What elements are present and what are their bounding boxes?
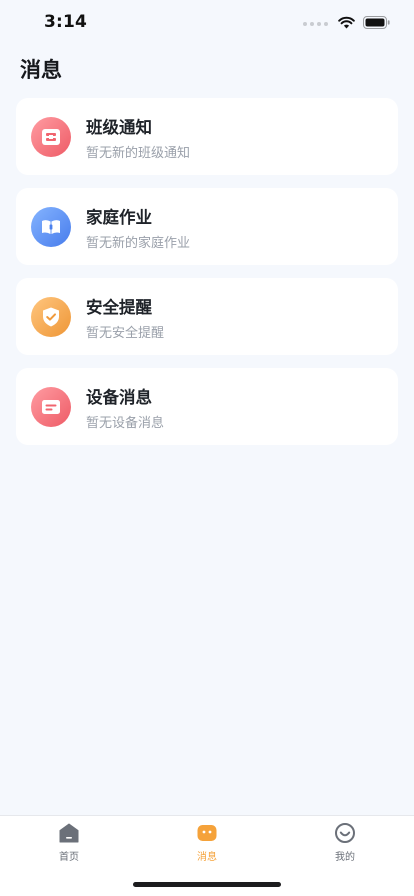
- tab-profile[interactable]: 我的: [305, 822, 385, 866]
- homework-book-icon: [31, 207, 71, 247]
- tab-label: 消息: [197, 852, 217, 863]
- device-message-card[interactable]: 设备消息 暂无设备消息: [16, 368, 398, 445]
- card-subtitle: 暂无设备消息: [86, 416, 165, 431]
- home-icon: [58, 822, 80, 844]
- cellular-signal-icon: [303, 21, 328, 26]
- message-category-list: 班级通知 暂无新的班级通知 家庭作业 暂无新的家庭作业 安全提醒 暂无安全提醒: [16, 98, 398, 458]
- home-indicator: [133, 882, 281, 887]
- tab-label: 我的: [335, 852, 355, 863]
- status-time: 3:14: [44, 12, 88, 32]
- safety-reminder-card[interactable]: 安全提醒 暂无安全提醒: [16, 278, 398, 355]
- status-indicators: [303, 14, 390, 33]
- homework-card[interactable]: 家庭作业 暂无新的家庭作业: [16, 188, 398, 265]
- tab-home[interactable]: 首页: [29, 822, 109, 866]
- status-bar: 3:14: [0, 0, 414, 48]
- class-notice-card[interactable]: 班级通知 暂无新的班级通知: [16, 98, 398, 175]
- profile-icon: [334, 822, 356, 844]
- wifi-icon: [338, 14, 355, 33]
- safety-shield-icon: [31, 297, 71, 337]
- device-card-icon: [31, 387, 71, 427]
- page-title: 消息: [20, 58, 62, 82]
- card-title: 设备消息: [86, 388, 152, 407]
- card-title: 班级通知: [86, 118, 152, 137]
- card-subtitle: 暂无安全提醒: [86, 326, 165, 341]
- message-icon: [196, 822, 218, 844]
- card-subtitle: 暂无新的家庭作业: [86, 236, 191, 251]
- tab-label: 首页: [59, 852, 79, 863]
- battery-icon: [363, 14, 390, 33]
- card-title: 安全提醒: [86, 298, 152, 317]
- card-title: 家庭作业: [86, 208, 152, 227]
- class-notice-icon: [31, 117, 71, 157]
- tab-messages[interactable]: 消息: [167, 822, 247, 866]
- card-subtitle: 暂无新的班级通知: [86, 146, 191, 161]
